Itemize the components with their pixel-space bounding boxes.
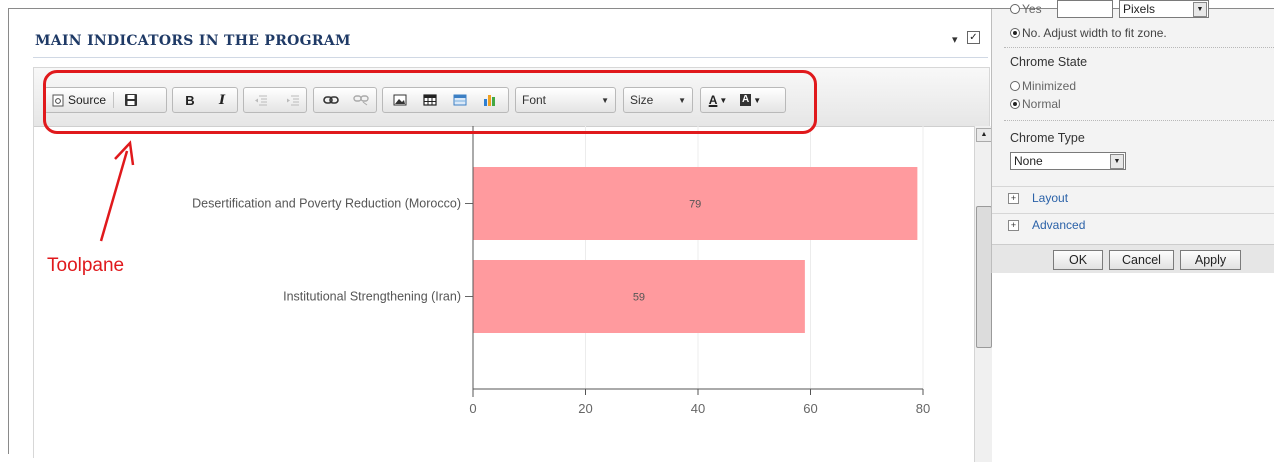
tool-pane: Yes Pixels ▼ No. Adjust width to fit zon… bbox=[991, 0, 1274, 454]
width-units-select[interactable]: Pixels ▼ bbox=[1119, 0, 1209, 18]
x-tick-label: 0 bbox=[469, 401, 476, 416]
toolbar-group-links bbox=[313, 87, 377, 113]
unlink-button[interactable] bbox=[348, 90, 374, 110]
x-tick-label: 60 bbox=[803, 401, 817, 416]
tool-pane-button-bar: OK Cancel Apply bbox=[992, 244, 1274, 273]
chrome-type-value: None bbox=[1014, 154, 1043, 168]
x-tick-label: 40 bbox=[691, 401, 705, 416]
expand-plus-icon[interactable]: + bbox=[1008, 220, 1019, 231]
decrease-indent-button[interactable] bbox=[248, 90, 274, 110]
layout-section-label[interactable]: Layout bbox=[1032, 191, 1068, 205]
webpart-menu-arrow[interactable]: ▾ bbox=[952, 33, 958, 46]
advanced-section[interactable]: + Advanced bbox=[992, 213, 1274, 238]
chevron-down-icon: ▼ bbox=[678, 95, 686, 105]
x-tick-label: 20 bbox=[578, 401, 592, 416]
width-no-option[interactable]: No. Adjust width to fit zone. bbox=[1010, 26, 1167, 40]
font-dropdown[interactable]: Font ▼ bbox=[515, 87, 616, 113]
expand-plus-icon[interactable]: + bbox=[1008, 193, 1019, 204]
toolbar-group-color: A ▼ A ▼ bbox=[700, 87, 786, 113]
width-yes-option[interactable]: Yes bbox=[1010, 2, 1042, 16]
source-label: Source bbox=[68, 93, 107, 107]
italic-button[interactable]: I bbox=[209, 90, 235, 110]
background-color-icon: A bbox=[740, 94, 752, 106]
outdent-icon bbox=[255, 95, 267, 106]
data-label: 59 bbox=[633, 292, 645, 304]
toolbar-group-indent bbox=[243, 87, 307, 113]
data-label: 79 bbox=[689, 199, 701, 211]
source-button[interactable]: Source bbox=[49, 90, 109, 110]
divider bbox=[1004, 47, 1274, 48]
insert-image-button[interactable] bbox=[387, 90, 413, 110]
width-no-label: No. Adjust width to fit zone. bbox=[1022, 26, 1167, 40]
bar-chart-icon bbox=[484, 95, 495, 106]
increase-indent-button[interactable] bbox=[280, 90, 306, 110]
radio-selected-icon bbox=[1010, 99, 1020, 109]
toolbar-group-document: Source bbox=[44, 87, 167, 113]
chrome-type-select[interactable]: None ▼ bbox=[1010, 152, 1126, 170]
size-dropdown-label: Size bbox=[630, 93, 654, 107]
layout-section[interactable]: + Layout bbox=[992, 186, 1274, 211]
insert-chart-button[interactable] bbox=[477, 90, 503, 110]
webpart-select-checkbox[interactable]: ✓ bbox=[967, 31, 980, 44]
bold-button[interactable]: B bbox=[177, 90, 203, 110]
chevron-down-icon: ▼ bbox=[719, 95, 728, 105]
annotation-arrow bbox=[99, 140, 135, 242]
cancel-button[interactable]: Cancel bbox=[1109, 250, 1174, 270]
toolbar-group-format: B I bbox=[172, 87, 238, 113]
radio-selected-icon bbox=[1010, 28, 1020, 38]
link-icon bbox=[323, 96, 339, 104]
minimized-option[interactable]: Minimized bbox=[1010, 79, 1076, 93]
font-color-button[interactable]: A ▼ bbox=[705, 90, 731, 110]
minimized-label: Minimized bbox=[1022, 79, 1077, 93]
category-label: Institutional Strengthening (Iran) bbox=[283, 290, 461, 304]
chevron-down-icon: ▼ bbox=[1110, 154, 1124, 169]
chrome-type-heading: Chrome Type bbox=[1010, 131, 1085, 145]
image-icon bbox=[393, 94, 407, 106]
save-button[interactable] bbox=[118, 90, 144, 110]
font-dropdown-label: Font bbox=[522, 93, 547, 107]
scroll-up-arrow-icon[interactable]: ▲ bbox=[976, 128, 992, 142]
scrollbar-thumb[interactable] bbox=[976, 206, 992, 348]
title-divider bbox=[33, 57, 988, 58]
save-icon bbox=[125, 94, 138, 106]
toolbar-separator bbox=[113, 92, 115, 108]
toolbar-group-insert bbox=[382, 87, 509, 113]
tool-pane-panel: Yes Pixels ▼ No. Adjust width to fit zon… bbox=[991, 0, 1274, 273]
table-icon bbox=[423, 94, 437, 106]
insert-webpart-button[interactable] bbox=[447, 90, 473, 110]
editor-scrollbar[interactable]: ▲ bbox=[974, 126, 992, 462]
page-frame: MAIN INDICATORS IN THE PROGRAM ▾ ✓ Sourc… bbox=[8, 0, 1274, 462]
normal-option[interactable]: Normal bbox=[1010, 97, 1061, 111]
chevron-down-icon: ▼ bbox=[1193, 2, 1207, 17]
indent-icon bbox=[287, 95, 299, 106]
editor-toolbar: Source B I Font ▼ Size ▼ A ▼ A ▼ bbox=[34, 68, 989, 127]
source-icon bbox=[52, 94, 64, 106]
toolpane-annotation-label: Toolpane bbox=[47, 255, 125, 276]
chevron-down-icon: ▼ bbox=[601, 95, 609, 105]
insert-table-button[interactable] bbox=[417, 90, 443, 110]
radio-icon bbox=[1010, 4, 1020, 14]
link-button[interactable] bbox=[318, 90, 344, 110]
chrome-state-heading: Chrome State bbox=[1010, 55, 1088, 69]
unlink-icon bbox=[353, 95, 369, 106]
divider bbox=[1004, 120, 1274, 121]
advanced-section-label[interactable]: Advanced bbox=[1032, 218, 1085, 232]
x-tick-label: 80 bbox=[916, 401, 930, 416]
apply-button[interactable]: Apply bbox=[1180, 250, 1241, 270]
webpart-title: MAIN INDICATORS IN THE PROGRAM bbox=[35, 33, 351, 49]
width-value-input[interactable] bbox=[1057, 0, 1113, 18]
chevron-down-icon: ▼ bbox=[753, 95, 762, 105]
size-dropdown[interactable]: Size ▼ bbox=[623, 87, 693, 113]
normal-label: Normal bbox=[1022, 97, 1061, 111]
width-units-value: Pixels bbox=[1123, 2, 1156, 16]
width-yes-label: Yes bbox=[1022, 2, 1042, 16]
radio-icon bbox=[1010, 81, 1020, 91]
background-color-button[interactable]: A ▼ bbox=[737, 90, 764, 110]
bar-chart: 79 Desertification and Poverty Reduction … bbox=[192, 126, 930, 416]
calendar-icon bbox=[453, 94, 467, 106]
font-color-icon: A bbox=[708, 93, 718, 107]
ok-button[interactable]: OK bbox=[1053, 250, 1103, 270]
category-label: Desertification and Poverty Reduction (M… bbox=[192, 197, 461, 211]
webpart-zone: MAIN INDICATORS IN THE PROGRAM ▾ ✓ Sourc… bbox=[9, 9, 992, 462]
